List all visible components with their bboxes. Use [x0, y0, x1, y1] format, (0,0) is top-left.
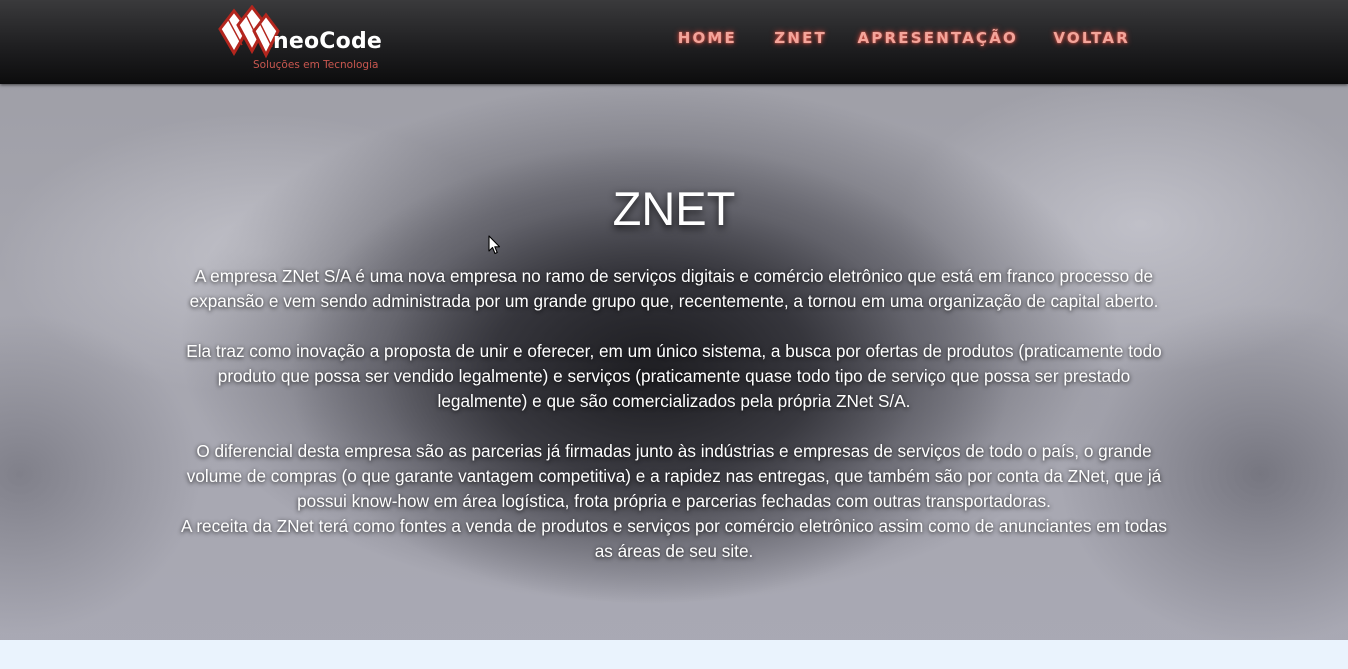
brand-logo[interactable]: neoCode Soluções em Tecnologia — [216, 5, 396, 75]
nav-znet-link[interactable]: ZNET — [774, 29, 827, 47]
nav-apresentacao-link[interactable]: APRESENTAÇÃO — [858, 29, 1018, 47]
hero-section: ZNET A empresa ZNet S/A é uma nova empre… — [0, 84, 1348, 640]
paragraph-intro: A empresa ZNet S/A é uma nova empresa no… — [189, 266, 1159, 311]
paragraph-revenue: A receita da ZNet terá como fontes a ven… — [181, 516, 1167, 561]
hero-description: A empresa ZNet S/A é uma nova empresa no… — [174, 264, 1174, 564]
nav-voltar-link[interactable]: VOLTAR — [1053, 29, 1130, 47]
brand-name: neoCode — [273, 29, 383, 54]
brand-tagline: Soluções em Tecnologia — [253, 59, 379, 71]
page-title: ZNET — [612, 182, 736, 235]
paragraph-innovation: Ela traz como inovação a proposta de uni… — [186, 341, 1162, 411]
nav-home-link[interactable]: HOME — [678, 29, 737, 47]
mouse-pointer-icon — [488, 235, 501, 255]
top-navbar: neoCode Soluções em Tecnologia HOME ZNET… — [0, 0, 1348, 84]
paragraph-differential: O diferencial desta empresa são as parce… — [186, 441, 1162, 511]
page-footer-strip — [0, 640, 1348, 669]
